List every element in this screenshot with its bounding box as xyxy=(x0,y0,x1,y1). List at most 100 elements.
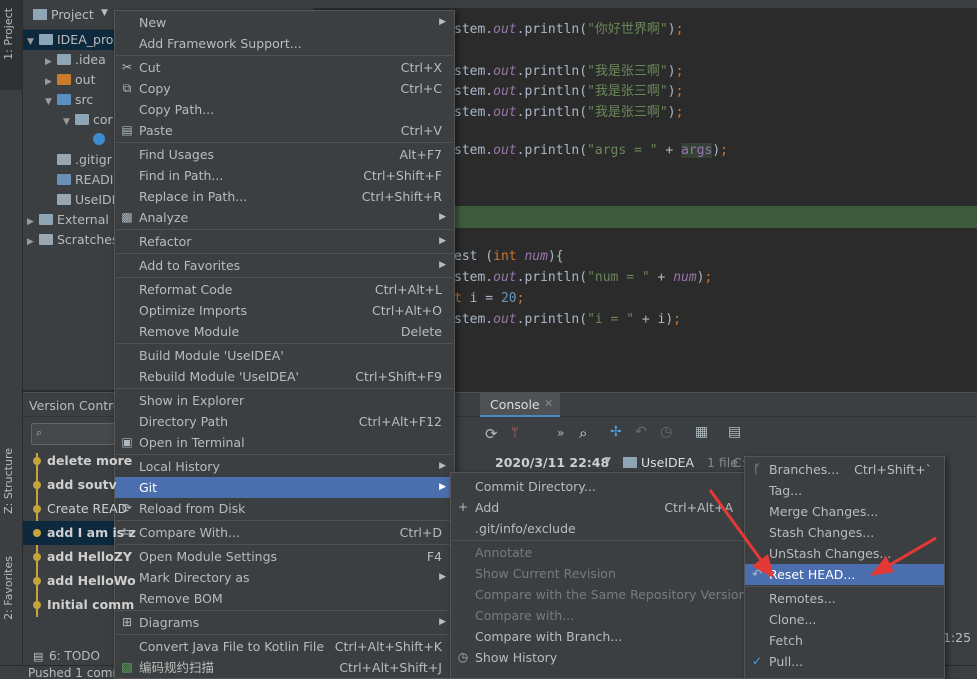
menu-item[interactable]: Refactor ▶ xyxy=(115,231,454,252)
editor-tab-bar xyxy=(313,0,977,8)
layout-icon[interactable]: ▤ xyxy=(728,424,741,440)
menu-item[interactable]: Directory Path Ctrl+Alt+F12 xyxy=(115,411,454,432)
menu-item[interactable]: Reformat Code Ctrl+Alt+L xyxy=(115,279,454,300)
commit-row[interactable]: add HelloZY xyxy=(47,545,132,569)
grid-icon[interactable]: ▦ xyxy=(695,424,708,440)
expanded-arrow-icon[interactable]: ▼ xyxy=(27,32,39,52)
menu-item-label: Fetch xyxy=(769,633,803,648)
analyze-icon: ▩ xyxy=(121,210,133,224)
menu-item[interactable]: Build Module 'UseIDEA' xyxy=(115,345,454,366)
menu-item[interactable]: ⊞ Diagrams ▶ xyxy=(115,612,454,633)
search-log-icon[interactable]: ⌕ xyxy=(579,424,587,442)
menu-item[interactable]: Remotes... xyxy=(745,588,944,609)
tree-item[interactable] xyxy=(23,130,115,150)
commit-row[interactable]: add HelloWo xyxy=(47,569,136,593)
menu-item[interactable]: ▩ Analyze ▶ xyxy=(115,207,454,228)
menu-item-label: Add xyxy=(475,500,500,515)
collapsed-arrow-icon[interactable]: ▶ xyxy=(27,232,39,252)
menu-item[interactable]: ▣ Open in Terminal xyxy=(115,432,454,453)
clock-icon[interactable]: ◷ xyxy=(660,424,672,440)
menu-item[interactable]: Remove BOM xyxy=(115,588,454,609)
menu-item[interactable]: Rebuild Module 'UseIDEA' Ctrl+Shift+F9 xyxy=(115,366,454,387)
chevron-down-icon[interactable]: ▼ xyxy=(101,8,108,18)
menu-item[interactable]: Add to Favorites ▶ xyxy=(115,255,454,276)
menu-item[interactable]: ▨ 编码规约扫描 Ctrl+Alt+Shift+J xyxy=(115,657,454,678)
menu-item-shortcut: Ctrl+Alt+F12 xyxy=(358,414,442,429)
menu-item[interactable]: Git ▶ xyxy=(115,477,454,498)
menu-item[interactable]: Find in Path... Ctrl+Shift+F xyxy=(115,165,454,186)
menu-item[interactable]: Convert Java File to Kotlin File Ctrl+Alt… xyxy=(115,636,454,657)
tree-item[interactable]: ▶ Scratches xyxy=(23,230,115,250)
cherry-pick-icon[interactable]: ᛘ xyxy=(511,426,519,441)
tree-item[interactable]: ▶ External L xyxy=(23,210,115,230)
code-line: stem.out.println("你好世界啊"); xyxy=(454,22,684,37)
menu-item[interactable]: ◷ Show History xyxy=(451,647,745,668)
menu-item-shortcut: Alt+F7 xyxy=(399,147,442,162)
commit-node xyxy=(33,481,41,489)
tree-item[interactable]: READI xyxy=(23,170,115,190)
menu-item[interactable]: Mark Directory as ▶ xyxy=(115,567,454,588)
menu-item[interactable]: Optimize Imports Ctrl+Alt+O xyxy=(115,300,454,321)
menu-separator xyxy=(116,142,453,143)
version-control-tab[interactable]: Version Contro xyxy=(29,398,121,413)
menu-item[interactable]: ▤ Paste Ctrl+V xyxy=(115,120,454,141)
menu-item[interactable]: Compare with... xyxy=(451,605,745,626)
menu-item[interactable]: Show in Explorer xyxy=(115,390,454,411)
console-tab[interactable]: Console ✕ xyxy=(480,393,560,417)
menu-item[interactable]: ✂ Cut Ctrl+X xyxy=(115,57,454,78)
tree-item[interactable]: ▼ src xyxy=(23,90,115,110)
collapsed-arrow-icon[interactable]: ▶ xyxy=(27,212,39,232)
menu-item[interactable]: Copy Path... xyxy=(115,99,454,120)
menu-item[interactable]: Remove Module Delete xyxy=(115,321,454,342)
menu-item[interactable]: Open Module Settings F4 xyxy=(115,546,454,567)
collapsed-arrow-icon[interactable]: ▶ xyxy=(45,72,57,92)
menu-item-label: Build Module 'UseIDEA' xyxy=(139,348,284,363)
project-panel-title[interactable]: Project xyxy=(51,7,94,22)
history-icon: ◷ xyxy=(457,650,469,664)
commit-row[interactable]: Initial comm xyxy=(47,593,134,617)
menu-item[interactable]: Find Usages Alt+F7 xyxy=(115,144,454,165)
commit-row[interactable]: delete more xyxy=(47,449,132,473)
menu-item[interactable]: Fetch xyxy=(745,630,944,651)
menu-item[interactable]: Local History ▶ xyxy=(115,456,454,477)
menu-item[interactable]: ⇆ Compare With... Ctrl+D xyxy=(115,522,454,543)
tree-item[interactable]: ▶ .idea xyxy=(23,50,115,70)
tree-item[interactable]: .gitigr xyxy=(23,150,115,170)
log-search-input[interactable]: ⌕ xyxy=(31,423,115,445)
tree-item[interactable]: UseIDE xyxy=(23,190,115,210)
menu-item[interactable]: Add Framework Support... xyxy=(115,33,454,54)
code-line: stem.out.println("num = " + num); xyxy=(454,270,713,285)
todo-tab[interactable]: ▤ 6: TODO xyxy=(23,647,113,667)
commit-row[interactable]: add soutv xyxy=(47,473,117,497)
favorites-tool-tab[interactable]: 2: Favorites xyxy=(0,548,22,638)
menu-item[interactable]: ⟳ Reload from Disk xyxy=(115,498,454,519)
menu-item[interactable]: ⧉ Copy Ctrl+C xyxy=(115,78,454,99)
menu-item[interactable]: Replace in Path... Ctrl+Shift+R xyxy=(115,186,454,207)
chevron-down-icon[interactable]: ▼ xyxy=(604,456,611,466)
expanded-arrow-icon[interactable]: ▼ xyxy=(63,112,75,132)
menu-item[interactable]: ᚴ Branches... Ctrl+Shift+` xyxy=(745,459,944,480)
commit-row[interactable]: Create READ xyxy=(47,497,127,521)
branch-icon: ᚴ xyxy=(753,462,761,476)
commit-row[interactable]: add I am is z xyxy=(47,521,136,545)
refresh-icon[interactable]: ⟳ xyxy=(485,425,498,443)
expand-more-icon[interactable]: » xyxy=(557,426,564,440)
menu-item[interactable]: Compare with Branch... xyxy=(451,626,745,647)
project-tool-tab[interactable]: 1: Project xyxy=(0,0,22,90)
code-line: stem.out.println("我是张三啊"); xyxy=(454,105,684,120)
menu-item[interactable]: New ▶ xyxy=(115,12,454,33)
collapsed-arrow-icon[interactable]: ▶ xyxy=(45,52,57,72)
revert-icon[interactable]: ↶ xyxy=(635,424,647,440)
tree-item[interactable]: ▼ IDEA_pro xyxy=(23,30,115,50)
menu-item[interactable]: ✓ Pull... xyxy=(745,651,944,672)
expanded-arrow-icon[interactable]: ▼ xyxy=(45,92,57,112)
commit-node xyxy=(33,505,41,513)
tree-item[interactable]: ▼ cor xyxy=(23,110,115,130)
menu-item[interactable]: Clone... xyxy=(745,609,944,630)
tree-item-label: READI xyxy=(75,172,114,187)
menu-item-label: Show in Explorer xyxy=(139,393,245,408)
pin-icon[interactable]: ✢ xyxy=(610,424,622,440)
tree-item[interactable]: ▶ out xyxy=(23,70,115,90)
close-icon[interactable]: ✕ xyxy=(544,397,553,410)
structure-tool-tab[interactable]: Z: Structure xyxy=(0,440,22,540)
